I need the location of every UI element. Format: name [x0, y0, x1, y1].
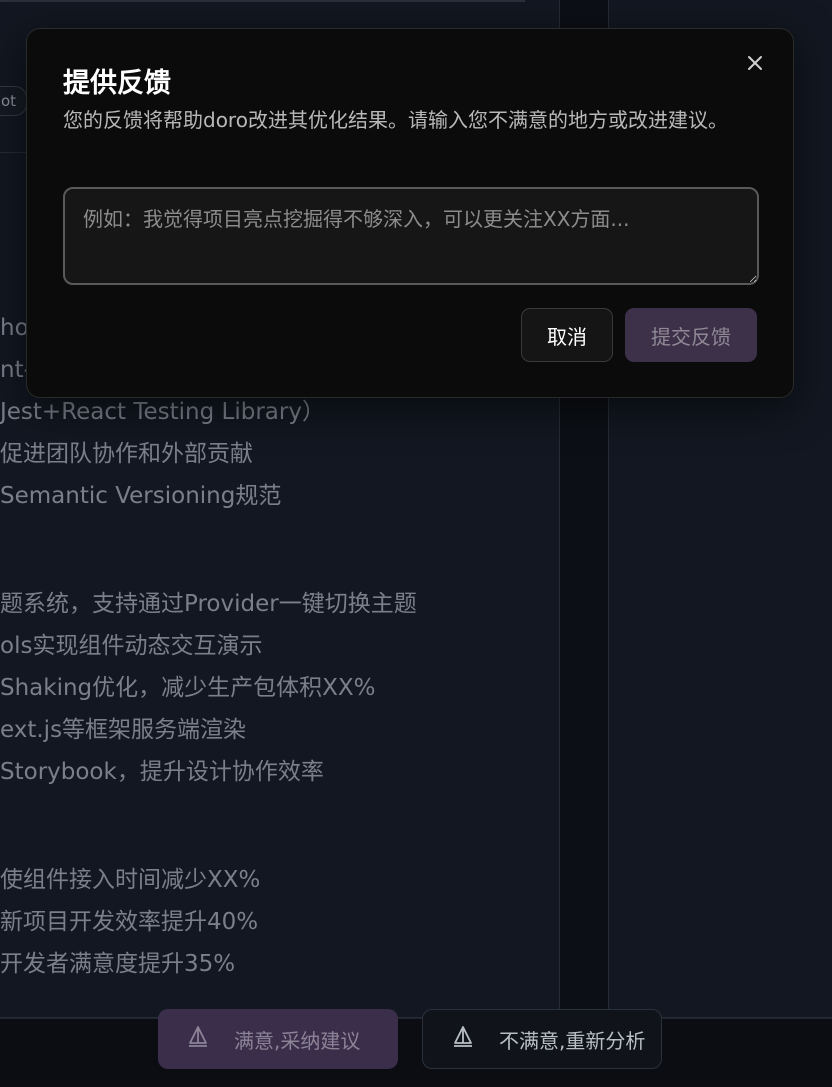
sail-icon [451, 1025, 475, 1054]
content-line: 开发者满意度提升35% [0, 951, 236, 977]
footer-bar [0, 1018, 832, 1087]
sail-icon [186, 1025, 210, 1054]
content-line: ols实现组件动态交互演示 [0, 633, 263, 659]
accept-suggestions-button[interactable]: 满意,采纳建议 [158, 1009, 398, 1069]
tag-chip[interactable]: ot [0, 86, 28, 116]
feedback-textarea[interactable] [63, 187, 759, 285]
page: ot hor nt- Jest+React Testing Library） 促… [0, 0, 832, 1087]
reanalyze-label: 不满意,重新分析 [499, 1028, 646, 1053]
close-icon [746, 54, 764, 76]
cancel-button[interactable]: 取消 [521, 308, 613, 362]
reanalyze-button[interactable]: 不满意,重新分析 [422, 1009, 662, 1069]
accept-suggestions-label: 满意,采纳建议 [234, 1028, 361, 1053]
close-button[interactable] [739, 49, 771, 81]
content-line: Storybook，提升设计协作效率 [0, 759, 324, 785]
dialog-title: 提供反馈 [63, 68, 171, 99]
content-line: Jest+React Testing Library） [0, 399, 325, 425]
top-divider [0, 0, 525, 2]
content-line: Semantic Versioning规范 [0, 483, 282, 509]
content-line: 题系统，支持通过Provider一键切换主题 [0, 591, 417, 617]
content-line: ext.js等框架服务端渲染 [0, 717, 247, 743]
feedback-dialog: 提供反馈 您的反馈将帮助doro改进其优化结果。请输入您不满意的地方或改进建议。… [26, 28, 794, 398]
submit-feedback-button[interactable]: 提交反馈 [625, 308, 757, 362]
content-line: 促进团队协作和外部贡献 [0, 441, 253, 467]
content-line: 使组件接入时间减少XX% [0, 867, 261, 893]
content-line: 新项目开发效率提升40% [0, 909, 259, 935]
tag-chip-label: ot [1, 92, 17, 110]
dialog-description: 您的反馈将帮助doro改进其优化结果。请输入您不满意的地方或改进建议。 [63, 108, 728, 132]
content-line: Shaking优化，减少生产包体积XX% [0, 675, 376, 701]
